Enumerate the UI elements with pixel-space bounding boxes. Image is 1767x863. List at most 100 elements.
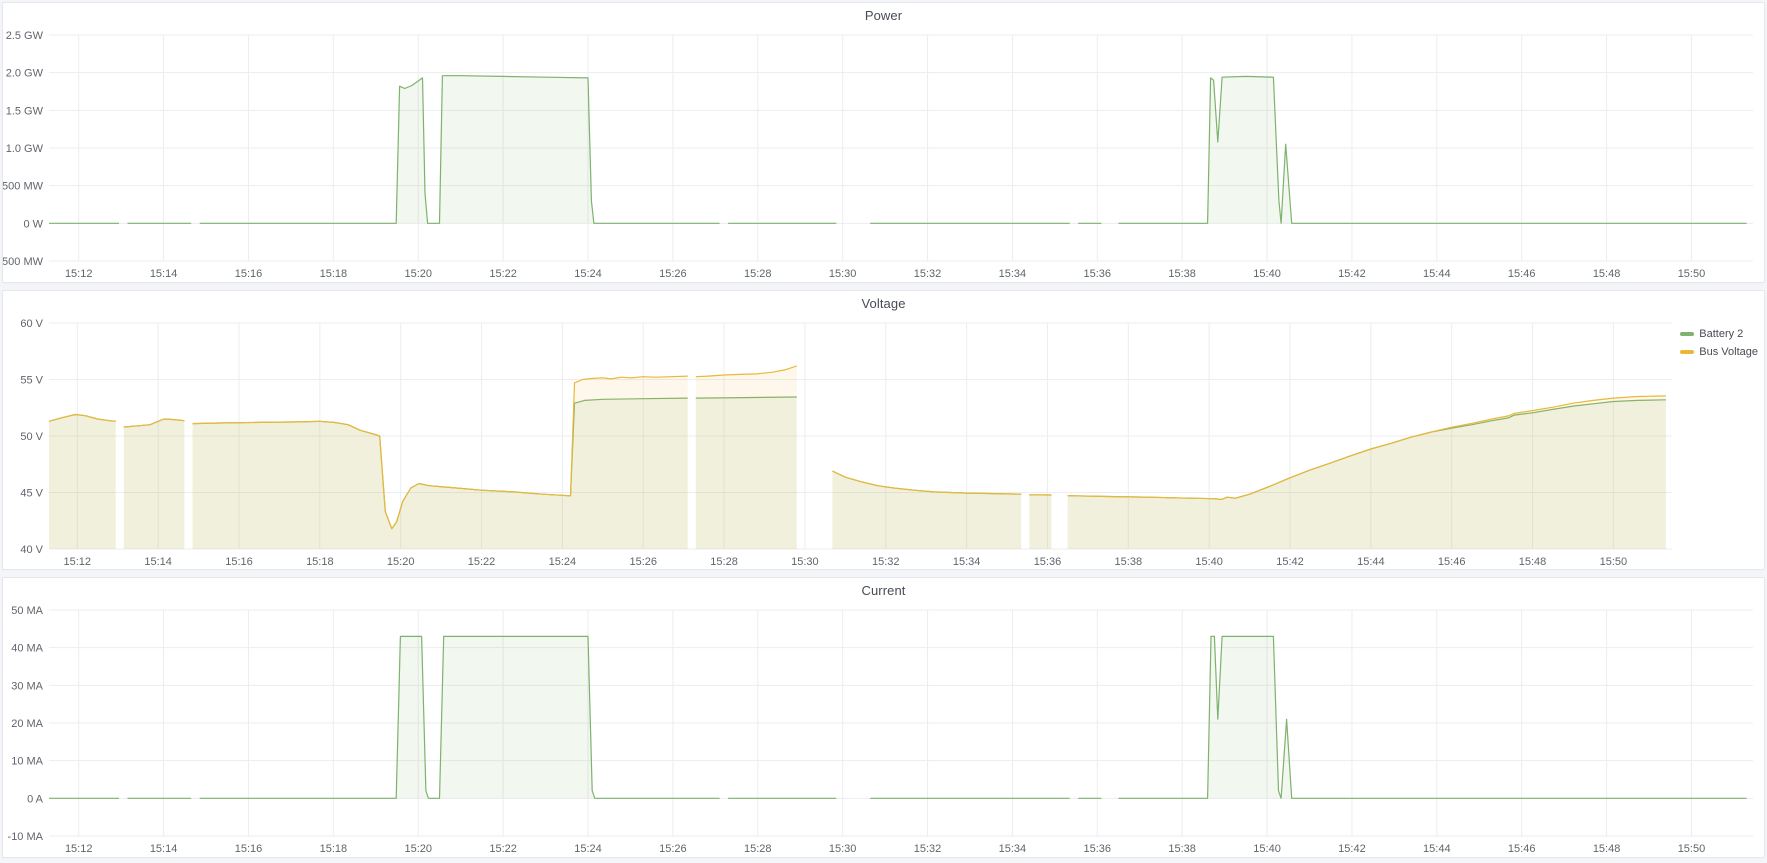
svg-text:15:32: 15:32 bbox=[914, 843, 942, 855]
legend-item-bus-voltage[interactable]: Bus Voltage bbox=[1680, 345, 1758, 359]
svg-text:15:12: 15:12 bbox=[65, 268, 93, 280]
svg-text:15:36: 15:36 bbox=[1084, 843, 1112, 855]
svg-text:15:12: 15:12 bbox=[65, 843, 93, 855]
power-chart[interactable]: 2.5 GW 2.0 GW 1.5 GW 1.0 GW 500 MW 0 W -500 MW… bbox=[3, 27, 1764, 282]
svg-text:15:28: 15:28 bbox=[744, 268, 772, 280]
legend-series-color-marker bbox=[1680, 350, 1694, 354]
panel-voltage: Voltage 60 V 55 V 50 V 45 V 40 V 15:12 15:14 1… bbox=[2, 290, 1765, 570]
legend-series-color-marker bbox=[1680, 332, 1694, 336]
power-y-axis: 2.5 GW 2.0 GW 1.5 GW 1.0 GW 500 MW 0 W -500 MW bbox=[3, 30, 44, 268]
svg-text:15:48: 15:48 bbox=[1593, 843, 1621, 855]
current-x-axis: 15:1215:1415:1615:1815:2015:2215:2415:26… bbox=[65, 843, 1705, 855]
svg-text:15:46: 15:46 bbox=[1508, 843, 1536, 855]
svg-text:15:22: 15:22 bbox=[489, 268, 517, 280]
panel-power-header[interactable]: Power bbox=[3, 3, 1764, 27]
panel-current-header[interactable]: Current bbox=[3, 578, 1764, 602]
current-chart[interactable]: 50 MA40 MA30 MA20 MA10 MA0 A-10 MA 15:12… bbox=[3, 602, 1764, 857]
svg-text:15:50: 15:50 bbox=[1600, 556, 1628, 568]
svg-text:15:32: 15:32 bbox=[872, 556, 900, 568]
panel-power-body: 2.5 GW 2.0 GW 1.5 GW 1.0 GW 500 MW 0 W -500 MW… bbox=[3, 27, 1764, 282]
svg-text:15:34: 15:34 bbox=[999, 843, 1027, 855]
current-series bbox=[49, 636, 1747, 798]
svg-text:15:40: 15:40 bbox=[1253, 843, 1281, 855]
svg-text:40 MA: 40 MA bbox=[11, 643, 43, 655]
svg-text:15:12: 15:12 bbox=[64, 556, 92, 568]
current-y-axis: 50 MA40 MA30 MA20 MA10 MA0 A-10 MA bbox=[8, 605, 44, 843]
legend-item-battery-2[interactable]: Battery 2 bbox=[1680, 327, 1758, 341]
voltage-chart[interactable]: 60 V 55 V 50 V 45 V 40 V 15:12 15:14 15:16 15:1… bbox=[3, 315, 1764, 569]
svg-text:15:42: 15:42 bbox=[1338, 843, 1366, 855]
svg-text:30 MA: 30 MA bbox=[11, 680, 43, 692]
svg-text:15:32: 15:32 bbox=[914, 268, 942, 280]
svg-text:15:26: 15:26 bbox=[659, 268, 687, 280]
svg-text:1.5 GW: 1.5 GW bbox=[6, 105, 44, 117]
svg-text:15:48: 15:48 bbox=[1519, 556, 1547, 568]
svg-text:50 MA: 50 MA bbox=[11, 605, 43, 617]
panel-voltage-header[interactable]: Voltage bbox=[3, 291, 1764, 315]
svg-text:15:44: 15:44 bbox=[1357, 556, 1385, 568]
legend-series-label: Battery 2 bbox=[1699, 328, 1743, 340]
svg-text:15:24: 15:24 bbox=[549, 556, 577, 568]
svg-text:15:14: 15:14 bbox=[150, 268, 178, 280]
svg-text:15:14: 15:14 bbox=[150, 843, 178, 855]
power-x-axis: 15:12 15:14 15:16 15:18 15:20 15:22 15:24 15:26… bbox=[65, 268, 1705, 280]
svg-text:15:16: 15:16 bbox=[235, 843, 263, 855]
svg-text:60 V: 60 V bbox=[20, 318, 43, 330]
svg-text:15:36: 15:36 bbox=[1034, 556, 1062, 568]
panel-current-body: 50 MA40 MA30 MA20 MA10 MA0 A-10 MA 15:12… bbox=[3, 602, 1764, 857]
svg-text:15:36: 15:36 bbox=[1084, 268, 1112, 280]
svg-text:-500 MW: -500 MW bbox=[3, 256, 44, 268]
voltage-series bbox=[49, 366, 1666, 549]
svg-text:15:34: 15:34 bbox=[999, 268, 1027, 280]
svg-text:15:40: 15:40 bbox=[1195, 556, 1223, 568]
svg-text:15:42: 15:42 bbox=[1338, 268, 1366, 280]
svg-text:15:20: 15:20 bbox=[387, 556, 415, 568]
svg-text:15:30: 15:30 bbox=[791, 556, 819, 568]
svg-text:0 W: 0 W bbox=[23, 218, 43, 230]
svg-text:15:14: 15:14 bbox=[144, 556, 172, 568]
svg-text:55 V: 55 V bbox=[20, 375, 43, 387]
svg-text:15:44: 15:44 bbox=[1423, 843, 1451, 855]
svg-text:15:46: 15:46 bbox=[1508, 268, 1536, 280]
svg-text:15:44: 15:44 bbox=[1423, 268, 1451, 280]
svg-text:40 V: 40 V bbox=[20, 544, 43, 556]
svg-text:15:20: 15:20 bbox=[404, 268, 432, 280]
dashboard: Power 2.5 GW 2.0 GW 1.5 GW 1.0 GW 500 MW 0 W -… bbox=[2, 2, 1765, 858]
svg-text:2.0 GW: 2.0 GW bbox=[6, 68, 44, 80]
svg-text:15:40: 15:40 bbox=[1253, 268, 1281, 280]
svg-text:15:22: 15:22 bbox=[489, 843, 517, 855]
power-gridlines bbox=[49, 35, 1753, 261]
panel-current: Current 50 MA40 MA30 MA20 MA10 MA0 A-10 … bbox=[2, 577, 1765, 858]
svg-text:15:18: 15:18 bbox=[320, 268, 348, 280]
svg-text:500 MW: 500 MW bbox=[3, 181, 44, 193]
svg-text:15:24: 15:24 bbox=[574, 843, 602, 855]
voltage-legend: Battery 2 Bus Voltage bbox=[1680, 327, 1758, 359]
svg-text:15:18: 15:18 bbox=[306, 556, 334, 568]
svg-text:10 MA: 10 MA bbox=[11, 756, 43, 768]
power-series bbox=[49, 76, 1747, 224]
svg-text:15:22: 15:22 bbox=[468, 556, 496, 568]
svg-text:15:18: 15:18 bbox=[320, 843, 348, 855]
panel-current-title: Current bbox=[861, 583, 905, 598]
panel-power-title: Power bbox=[865, 8, 902, 23]
panel-voltage-title: Voltage bbox=[861, 296, 905, 311]
svg-text:2.5 GW: 2.5 GW bbox=[6, 30, 44, 42]
panel-voltage-body: 60 V 55 V 50 V 45 V 40 V 15:12 15:14 15:16 15:1… bbox=[3, 315, 1764, 569]
svg-text:15:42: 15:42 bbox=[1276, 556, 1304, 568]
svg-text:15:48: 15:48 bbox=[1593, 268, 1621, 280]
svg-text:15:38: 15:38 bbox=[1168, 843, 1196, 855]
svg-text:15:16: 15:16 bbox=[235, 268, 263, 280]
svg-text:15:16: 15:16 bbox=[225, 556, 253, 568]
svg-text:15:28: 15:28 bbox=[710, 556, 738, 568]
svg-text:1.0 GW: 1.0 GW bbox=[6, 143, 44, 155]
svg-text:15:30: 15:30 bbox=[829, 843, 857, 855]
svg-text:-10 MA: -10 MA bbox=[8, 831, 44, 843]
svg-text:15:50: 15:50 bbox=[1678, 268, 1706, 280]
svg-text:20 MA: 20 MA bbox=[11, 718, 43, 730]
svg-text:15:28: 15:28 bbox=[744, 843, 772, 855]
current-gridlines bbox=[49, 610, 1753, 836]
svg-text:15:24: 15:24 bbox=[574, 268, 602, 280]
svg-text:45 V: 45 V bbox=[20, 488, 43, 500]
voltage-x-axis: 15:1215:1415:1615:1815:2015:2215:2415:26… bbox=[64, 556, 1628, 568]
svg-text:50 V: 50 V bbox=[20, 431, 43, 443]
